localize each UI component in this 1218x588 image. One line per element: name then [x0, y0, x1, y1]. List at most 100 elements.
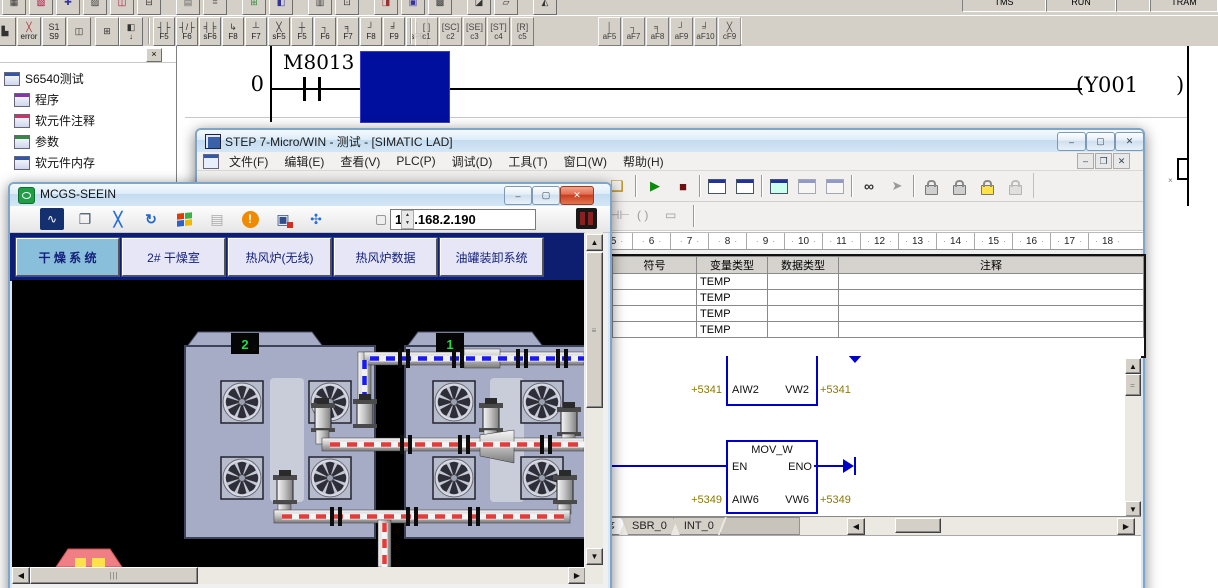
gx-ladder-tool-f6-contact-closed[interactable]: ┤/├F6	[176, 17, 198, 46]
tree-panel-close-button[interactable]: ×	[146, 48, 162, 62]
tree-item-parameter[interactable]: 参数	[0, 131, 176, 152]
ip-spinner[interactable]: ▲▼	[401, 210, 414, 229]
col-header-comment[interactable]: 注释	[839, 257, 1144, 274]
gx-toolbar-icon[interactable]: ◫	[110, 0, 134, 15]
menu-tools[interactable]: 工具(T)	[500, 151, 555, 172]
windows-logo-icon[interactable]	[172, 208, 196, 230]
insert-coil-icon[interactable]: ( )	[637, 208, 648, 222]
menu-file[interactable]: 文件(F)	[221, 151, 276, 172]
gx-ladder-tool-af8[interactable]: ╕aF8	[646, 17, 669, 46]
gx-toolbar-icon[interactable]: ◨	[374, 0, 398, 15]
menu-help[interactable]: 帮助(H)	[615, 151, 672, 172]
lock-up-icon[interactable]	[1003, 174, 1027, 198]
mcgs-hscrollbar[interactable]: ◀ ||| ▶	[12, 567, 584, 584]
tab-hscroll-track[interactable]	[865, 518, 1115, 533]
gx-ladder-tool-f5-contact[interactable]: ┤├F5	[153, 17, 175, 46]
gx-tool-button[interactable]: ◫	[67, 17, 91, 46]
gx-ladder-tool-sf5[interactable]: ╳sF5	[268, 17, 290, 46]
mdi-minimize-button[interactable]: ‒	[1077, 153, 1094, 169]
gx-tool-button[interactable]: ◧↓	[119, 17, 143, 46]
tab-hscroll-thumb[interactable]	[895, 518, 941, 533]
status-chart-icon[interactable]	[767, 174, 791, 198]
tree-item-device-comment[interactable]: 软元件注释	[0, 110, 176, 131]
gx-toolbar-icon[interactable]: ▧	[29, 0, 53, 15]
refresh-icon[interactable]: ↻	[139, 208, 163, 230]
nav-drying-room-2[interactable]: 2# 干燥室	[122, 238, 225, 276]
menu-plc[interactable]: PLC(P)	[388, 152, 443, 170]
gx-toolbar-icon[interactable]: ▩	[428, 0, 452, 15]
gx-toolbar-icon[interactable]: ◧	[269, 0, 293, 15]
nav-hot-air-furnace-data[interactable]: 热风炉数据	[334, 238, 437, 276]
scroll-up-button[interactable]: ▲	[586, 234, 603, 251]
tab-sbr0[interactable]: SBR_0	[621, 517, 678, 535]
pause-icon[interactable]	[576, 208, 597, 229]
mdi-close-button[interactable]: ✕	[1113, 153, 1130, 169]
monitor-glasses-icon[interactable]: ∞	[857, 174, 881, 198]
menu-window[interactable]: 窗口(W)	[556, 151, 615, 172]
unlock-icon[interactable]	[947, 174, 971, 198]
mcgs-maximize-button[interactable]: ▢	[532, 186, 560, 205]
scroll-right-button[interactable]: ▶	[568, 567, 586, 584]
gx-ladder-tool-f5b[interactable]: ┼F5	[291, 17, 313, 46]
menu-edit[interactable]: 编辑(E)	[276, 151, 332, 172]
tree-item-program[interactable]: 程序	[0, 89, 176, 110]
insert-box-icon[interactable]: ▭	[665, 208, 676, 222]
lock-icon[interactable]	[919, 174, 943, 198]
gx-ladder-tool-c4[interactable]: [ST]c4	[487, 17, 510, 46]
scada-view[interactable]: 2 1	[12, 280, 584, 567]
lad-vscrollbar[interactable]: ▲ = ▼	[1125, 358, 1141, 516]
trend-chart-icon[interactable]	[795, 174, 819, 198]
scroll-down-button[interactable]: ▼	[586, 548, 603, 565]
scroll-up-button[interactable]: ▲	[1125, 358, 1141, 374]
password-lock-icon[interactable]	[975, 174, 999, 198]
gx-ladder-tool-af9[interactable]: ┘aF9	[670, 17, 693, 46]
mcgs-minimize-button[interactable]: ‒	[504, 186, 532, 205]
gx-ladder-tool-f6b[interactable]: ┐F6	[314, 17, 336, 46]
scroll-left-button[interactable]: ◀	[12, 567, 30, 584]
scroll-down-button[interactable]: ▼	[1125, 501, 1141, 517]
nav-hot-air-furnace-wireless[interactable]: 热风炉(无线)	[228, 238, 331, 276]
gx-tool-button-error[interactable]: ╳error	[17, 17, 41, 46]
scrollbar-thumb[interactable]: ≡	[586, 252, 603, 408]
gx-ladder-tool-f8b[interactable]: ┘F8	[360, 17, 382, 46]
gx-tool-button[interactable]: ⊞	[95, 17, 119, 46]
mcgs-close-button[interactable]: ✕	[560, 186, 594, 205]
gx-toolbar-icon[interactable]: ✚	[56, 0, 80, 15]
menu-debug[interactable]: 调试(D)	[444, 151, 501, 172]
network-icon[interactable]: ▣	[271, 208, 295, 230]
nav-drying-system[interactable]: 干 燥 系 统	[16, 238, 119, 276]
step7-titlebar[interactable]: STEP 7-Micro/WIN - 测试 - [SIMATIC LAD] ‒ …	[197, 130, 1143, 152]
gx-ladder-tool-af5[interactable]: │aF5	[598, 17, 621, 46]
gx-ladder-tool-cf9[interactable]: ╳cF9	[718, 17, 741, 46]
nav-tank-loading-system[interactable]: 油罐装卸系统	[440, 238, 543, 276]
stop-icon[interactable]: ■	[671, 174, 695, 198]
gx-ladder-tool-sf6[interactable]: ╡╞sF6	[199, 17, 221, 46]
scrollbar-thumb[interactable]: |||	[30, 567, 198, 584]
gx-ladder-tool-c5[interactable]: [R]c5	[511, 17, 534, 46]
cross-ref-icon[interactable]	[823, 174, 847, 198]
gx-ladder-tool-c3[interactable]: [SE]c3	[463, 17, 486, 46]
table-row[interactable]: TEMP	[613, 290, 1144, 306]
tab-int0[interactable]: INT_0	[673, 517, 725, 535]
col-header-data-type[interactable]: 数据类型	[768, 257, 839, 274]
gx-toolbar-icon[interactable]: ⊞	[242, 0, 266, 15]
mcgs-vscrollbar[interactable]: ▲ ≡ ▼	[585, 232, 603, 567]
gx-toolbar-icon[interactable]: ◪	[467, 0, 491, 15]
gx-ladder-tool-f7[interactable]: ┴F7	[245, 17, 267, 46]
scrollbar-thumb[interactable]: =	[1125, 374, 1141, 396]
gx-toolbar-icon[interactable]: ▦	[2, 0, 26, 15]
tab-scroll-right-button[interactable]: ▶	[1117, 518, 1135, 535]
menu-view[interactable]: 查看(V)	[332, 151, 388, 172]
col-header-symbol[interactable]: 符号	[613, 257, 697, 274]
gx-toolbar-icon[interactable]: ⊡	[335, 0, 359, 15]
step7-menu-icon[interactable]	[203, 154, 219, 169]
gx-toolbar-icon[interactable]: ▥	[308, 0, 332, 15]
program-block2-icon[interactable]	[733, 174, 757, 198]
mcgs-titlebar[interactable]: MCGS-SEEIN ‒ ▢ ✕	[10, 184, 610, 206]
gx-tool-button[interactable]: ▙	[0, 17, 16, 46]
table-row[interactable]: TEMP	[613, 322, 1144, 338]
printer-icon[interactable]: ▤	[205, 208, 229, 230]
pointer-hand-icon[interactable]: ➤	[885, 174, 909, 198]
gx-ladder-tool-c2[interactable]: [SC]c2	[439, 17, 462, 46]
tree-item-project[interactable]: S6540测试	[0, 68, 176, 89]
